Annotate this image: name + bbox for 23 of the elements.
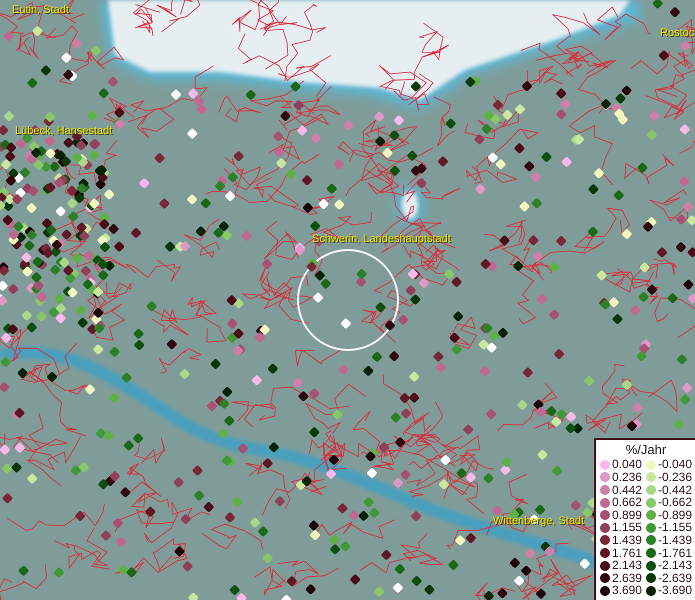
- legend-value: -0.899: [658, 508, 692, 522]
- legend-value: 0.662: [612, 496, 642, 509]
- legend-value: 1.155: [612, 521, 642, 534]
- legend-value: -1.439: [658, 534, 692, 547]
- legend-value: 0.442: [612, 484, 642, 496]
- legend-value: 0.236: [612, 471, 642, 484]
- legend-value: 3.690: [612, 584, 642, 597]
- legend-value: -1.155: [658, 521, 692, 534]
- legend-value: 0.040: [612, 458, 642, 472]
- legend-value: -0.040: [658, 458, 692, 472]
- legend-value: -2.639: [658, 572, 692, 584]
- legend-value: -0.236: [658, 471, 692, 484]
- legend-value: 2.639: [612, 572, 642, 584]
- legend-value: -0.442: [658, 484, 692, 496]
- legend-value: 0.899: [612, 508, 642, 522]
- legend-value: -2.143: [658, 559, 692, 572]
- legend-value: -1.761: [658, 546, 692, 560]
- legend-value: 2.143: [612, 559, 642, 572]
- legend-title: %/Jahr: [624, 442, 668, 458]
- legend-value: -3.690: [658, 584, 692, 597]
- legend-value: -0.662: [658, 496, 692, 509]
- legend-value: 1.439: [612, 534, 642, 547]
- legend-value: 1.761: [612, 546, 642, 560]
